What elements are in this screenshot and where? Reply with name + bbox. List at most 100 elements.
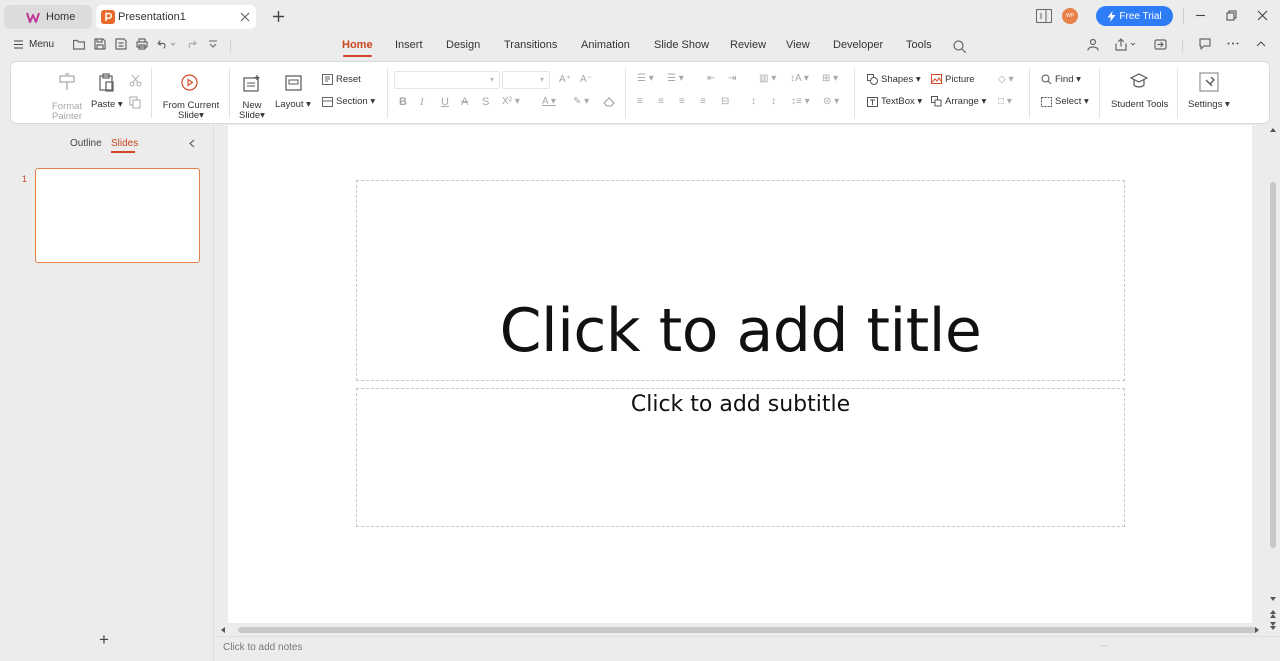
copy-icon[interactable] (129, 96, 142, 109)
tab-insert[interactable]: Insert (395, 39, 423, 51)
free-trial-button[interactable]: Free Trial (1096, 6, 1173, 26)
slide-thumbnail[interactable] (35, 168, 200, 263)
new-slide-icon[interactable] (243, 74, 261, 92)
tab-developer[interactable]: Developer (833, 39, 883, 51)
settings-button[interactable]: Settings ▾ (1188, 99, 1230, 110)
scroll-down-icon[interactable] (1270, 597, 1276, 601)
shapes-button[interactable]: Shapes ▾ (881, 74, 921, 85)
decrease-indent-icon[interactable]: ⇤ (707, 73, 715, 84)
save-as-icon[interactable] (115, 38, 127, 50)
add-slide-button[interactable]: + (99, 630, 109, 650)
cut-icon[interactable] (129, 74, 142, 87)
arrange-button[interactable]: Arrange ▾ (945, 96, 986, 107)
arrange-icon[interactable] (931, 96, 942, 107)
window-layout-icon[interactable] (1036, 9, 1052, 23)
fill-icon[interactable]: ◇ ▾ (998, 74, 1014, 85)
customize-toolbar-icon[interactable] (208, 39, 218, 49)
columns-icon[interactable]: ▥ ▾ (759, 73, 776, 84)
student-tools-button[interactable]: Student Tools (1111, 99, 1168, 110)
find-icon[interactable] (1041, 74, 1052, 85)
format-painter-icon[interactable] (57, 72, 77, 92)
restore-icon[interactable] (1226, 10, 1237, 21)
highlight-icon[interactable]: ✎ ▾ (573, 96, 589, 107)
line-spacing-icon[interactable]: ↕≡ ▾ (791, 96, 810, 107)
title-placeholder[interactable]: Click to add title (356, 180, 1125, 381)
subtitle-placeholder[interactable]: Click to add subtitle (356, 388, 1125, 527)
cloud-sync-icon[interactable] (1154, 38, 1167, 51)
open-folder-icon[interactable] (73, 39, 85, 50)
menu-button[interactable]: Menu (14, 39, 54, 50)
distributed-icon[interactable]: ⊟ (721, 96, 729, 107)
font-color-icon[interactable]: A ▾ (542, 96, 556, 107)
from-current-slide-button[interactable]: From Current Slide▾ (161, 101, 221, 121)
new-tab-plus-icon[interactable] (272, 10, 285, 23)
paragraph-spacing-icon[interactable]: ↕ (751, 96, 756, 107)
underline-icon[interactable]: U (441, 96, 449, 108)
search-icon[interactable] (953, 40, 966, 53)
share-icon[interactable] (1115, 38, 1137, 51)
justify-icon[interactable]: ≡ (700, 96, 706, 107)
increase-font-size-icon[interactable]: A⁺ (559, 74, 571, 85)
save-icon[interactable] (94, 38, 106, 50)
find-button[interactable]: Find ▾ (1055, 74, 1081, 85)
notes-pane[interactable]: Click to add notes — (214, 636, 1280, 661)
outline-icon[interactable]: □ ▾ (998, 96, 1012, 107)
tab-transitions[interactable]: Transitions (504, 39, 557, 51)
tab-home[interactable]: Home (4, 5, 92, 29)
tab-home-ribbon[interactable]: Home (342, 39, 373, 51)
more-options-icon[interactable] (1227, 42, 1239, 45)
minimize-icon[interactable] (1195, 10, 1206, 21)
italic-icon[interactable]: I (420, 96, 424, 108)
close-tab-icon[interactable] (240, 12, 250, 22)
avatar[interactable]: WP (1062, 8, 1078, 24)
decrease-font-size-icon[interactable]: A⁻ (580, 74, 592, 85)
notes-resize-handle[interactable]: — (1100, 641, 1108, 650)
spacing-icon[interactable]: ↕ (771, 96, 776, 107)
slides-tab[interactable]: Slides (111, 138, 138, 149)
graduation-cap-icon[interactable] (1130, 73, 1148, 89)
horizontal-scrollbar[interactable] (214, 625, 1266, 636)
font-size-select[interactable]: ▾ (502, 71, 550, 89)
numbering-icon[interactable]: ☰ ▾ (667, 73, 684, 84)
align-right-icon[interactable]: ≡ (679, 96, 685, 107)
picture-icon[interactable] (931, 74, 942, 84)
scroll-right-icon[interactable] (1255, 627, 1259, 633)
align-center-icon[interactable]: ≡ (658, 96, 664, 107)
play-slideshow-icon[interactable] (181, 74, 198, 91)
picture-button[interactable]: Picture (945, 74, 975, 85)
collapse-ribbon-icon[interactable] (1256, 40, 1266, 47)
tab-view[interactable]: View (786, 39, 810, 51)
tab-design[interactable]: Design (446, 39, 480, 51)
section-button[interactable]: Section ▾ (336, 96, 375, 107)
layout-button[interactable]: Layout ▾ (275, 99, 311, 110)
settings-icon[interactable] (1199, 72, 1219, 92)
reset-icon[interactable] (322, 74, 333, 85)
layout-icon[interactable] (285, 75, 302, 91)
redo-icon[interactable] (186, 39, 204, 49)
undo-icon[interactable] (157, 39, 175, 49)
next-slide-icon[interactable] (1270, 622, 1276, 630)
tab-slide-show[interactable]: Slide Show (654, 39, 709, 51)
format-painter-button[interactable]: Format Painter (52, 102, 82, 122)
align-text-icon[interactable]: ⊞ ▾ (822, 73, 838, 84)
print-icon[interactable] (136, 38, 148, 50)
select-icon[interactable] (1041, 97, 1052, 107)
textbox-icon[interactable] (867, 97, 878, 107)
tab-review[interactable]: Review (730, 39, 766, 51)
horizontal-scroll-thumb[interactable] (238, 627, 1258, 633)
select-button[interactable]: Select ▾ (1055, 96, 1089, 107)
previous-slide-icon[interactable] (1270, 610, 1276, 618)
scroll-up-icon[interactable] (1270, 128, 1276, 132)
smart-art-icon[interactable]: ⊜ ▾ (823, 96, 839, 107)
section-icon[interactable] (322, 97, 333, 107)
increase-indent-icon[interactable]: ⇥ (728, 73, 736, 84)
tab-animation[interactable]: Animation (581, 39, 630, 51)
font-family-select[interactable]: ▾ (394, 71, 500, 89)
strikethrough-icon[interactable]: A (461, 96, 468, 108)
tab-presentation1[interactable]: Presentation1 (96, 5, 256, 29)
scroll-left-icon[interactable] (221, 627, 225, 633)
paste-button[interactable]: Paste ▾ (91, 99, 123, 110)
align-left-icon[interactable]: ≡ (637, 96, 643, 107)
tab-tools[interactable]: Tools (906, 39, 932, 51)
reset-button[interactable]: Reset (336, 74, 361, 85)
